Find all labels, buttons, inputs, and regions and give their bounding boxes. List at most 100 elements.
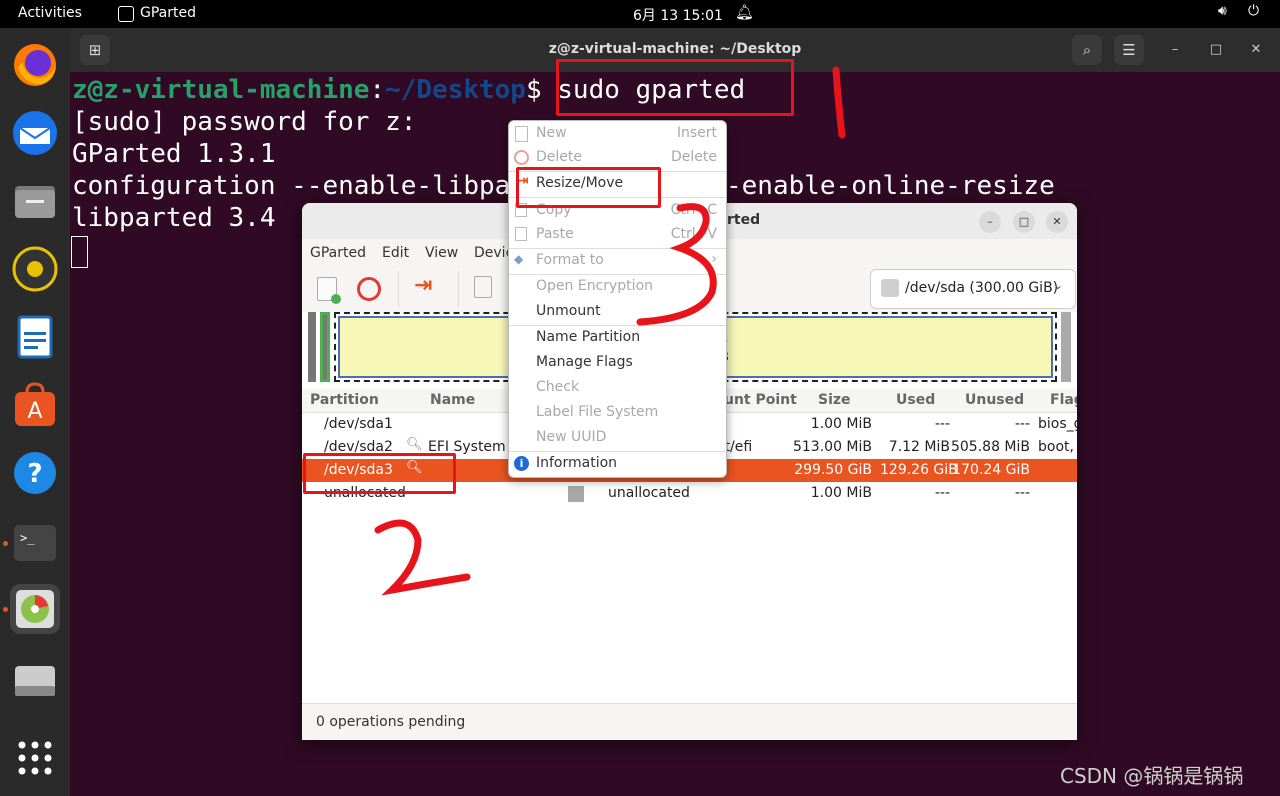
cell-size: 299.50 GiB — [794, 462, 872, 478]
chevron-right-icon: › — [711, 251, 717, 267]
menu-item-unmount[interactable]: Unmount — [509, 300, 726, 324]
menu-accel: Ctrl+C — [670, 202, 717, 218]
cell-unused: 170.24 GiB — [952, 462, 1030, 478]
terminal-icon[interactable]: >_ — [10, 518, 60, 568]
resize-move-icon[interactable]: ⇥ — [414, 273, 432, 298]
prompt-path: ~/Desktop — [385, 75, 526, 105]
new-partition-icon[interactable] — [317, 277, 341, 304]
app-menu[interactable]: GParted — [140, 5, 196, 21]
cell-used: 7.12 MiB — [888, 439, 950, 455]
menu-item-paste[interactable]: Paste Ctrl+V — [509, 223, 726, 247]
power-icon[interactable]: ⏻ — [1248, 3, 1259, 19]
maximize-icon[interactable]: □ — [1207, 41, 1225, 59]
volume-icon[interactable]: 🔊︎ — [1218, 3, 1227, 19]
status-bar: 0 operations pending — [302, 703, 1077, 740]
cell-partition: /dev/sda1 — [324, 416, 393, 432]
info-icon: i — [514, 456, 529, 471]
cell-unused: 505.88 MiB — [950, 439, 1030, 455]
show-apps-icon[interactable] — [10, 733, 60, 783]
hamburger-menu-icon[interactable]: ☰ — [1114, 35, 1144, 65]
menu-item-format-to[interactable]: ◆ Format to › — [509, 249, 726, 273]
menu-item-manage-flags[interactable]: Manage Flags — [509, 351, 726, 375]
col-name[interactable]: Name — [430, 392, 475, 408]
new-icon — [515, 126, 528, 142]
col-mount-point[interactable]: unt Point — [724, 392, 797, 408]
search-icon[interactable]: ⌕ — [1072, 35, 1102, 65]
menu-label: Delete — [536, 149, 582, 165]
col-used[interactable]: Used — [896, 392, 935, 408]
output-line: [sudo] password for z: — [72, 107, 417, 137]
map-sda1[interactable] — [308, 312, 316, 382]
prompt-colon: : — [369, 75, 386, 105]
menu-item-label-file-system[interactable]: Label File System — [509, 401, 726, 425]
menu-item-open-encryption[interactable]: Open Encryption — [509, 275, 726, 299]
menu-item-name-partition[interactable]: Name Partition — [509, 326, 726, 350]
col-size[interactable]: Size — [818, 392, 851, 408]
cell-flags: boot, e — [1038, 439, 1077, 455]
libreoffice-writer-icon[interactable] — [10, 312, 60, 362]
cell-mount: unallocated — [608, 485, 690, 501]
drive-icon[interactable] — [10, 656, 60, 706]
minimize-icon[interactable]: – — [1166, 41, 1184, 59]
cell-used: --- — [934, 485, 950, 501]
prompt-user: z@z-virtual-machine — [72, 75, 370, 105]
svg-text:?: ? — [27, 459, 42, 489]
menu-edit[interactable]: Edit — [382, 245, 409, 261]
menu-label: Information — [536, 455, 618, 471]
map-sda2[interactable] — [320, 312, 330, 382]
chevron-down-icon: ⌄ — [1053, 278, 1064, 292]
gparted-dock-icon[interactable] — [10, 584, 60, 634]
files-icon[interactable] — [10, 176, 60, 226]
toolbar-separator — [458, 271, 459, 307]
menu-label: Check — [536, 379, 580, 395]
svg-text:>_: >_ — [20, 531, 35, 545]
menu-gparted[interactable]: GParted — [310, 245, 366, 261]
format-icon: ◆ — [514, 252, 524, 266]
rhythmbox-icon[interactable] — [10, 244, 60, 294]
highlight-box-resize — [516, 167, 661, 208]
delete-partition-icon[interactable] — [357, 277, 381, 301]
menu-label: Format to — [536, 252, 604, 268]
menu-accel: Ctrl+V — [670, 226, 717, 242]
minimize-icon[interactable]: – — [979, 211, 1001, 233]
svg-text:A: A — [27, 399, 42, 424]
close-icon[interactable]: ✕ — [1247, 41, 1265, 59]
bell-icon: 🔔︎ — [735, 3, 755, 21]
help-icon[interactable]: ? — [10, 448, 60, 498]
close-icon[interactable]: ✕ — [1046, 211, 1068, 233]
menu-view[interactable]: View — [425, 245, 458, 261]
app-center-icon[interactable]: A — [10, 380, 60, 430]
menu-item-new[interactable]: New Insert — [509, 122, 726, 146]
device-selector[interactable]: /dev/sda (300.00 GiB) ⌄ — [870, 269, 1076, 309]
menu-label: New — [536, 125, 567, 141]
cell-size: 513.00 MiB — [792, 439, 872, 455]
running-indicator — [3, 607, 8, 612]
terminal-cursor — [71, 236, 88, 268]
cell-flags: bios_g — [1038, 416, 1077, 432]
copy-icon[interactable] — [474, 276, 492, 298]
maximize-icon[interactable]: □ — [1013, 211, 1035, 233]
col-unused[interactable]: Unused — [965, 392, 1024, 408]
output-line: configuration --enable-libpa — [72, 171, 511, 201]
firefox-icon[interactable] — [10, 40, 60, 90]
menu-item-information[interactable]: i Information — [509, 452, 726, 476]
cell-used: 129.26 GiB — [880, 462, 958, 478]
highlight-box-command — [556, 59, 794, 116]
activities-button[interactable]: Activities — [18, 5, 82, 21]
clock[interactable]: 6月 13 15:01 — [633, 5, 723, 25]
paste-icon — [515, 227, 527, 241]
menu-label: Paste — [536, 226, 574, 242]
col-flags[interactable]: Flag — [1050, 392, 1077, 408]
col-partition[interactable]: Partition — [310, 392, 379, 408]
dock: A ? >_ — [0, 28, 70, 796]
thunderbird-icon[interactable] — [10, 108, 60, 158]
cell-unused: --- — [1014, 416, 1030, 432]
highlight-box-sda3 — [303, 453, 456, 494]
unallocated-swatch — [568, 486, 584, 502]
menu-accel: Insert — [676, 125, 717, 141]
output-line: -enable-online-resize — [726, 171, 1055, 201]
menu-item-check[interactable]: Check — [509, 376, 726, 400]
map-unallocated[interactable] — [1061, 312, 1071, 382]
disk-icon — [881, 279, 899, 297]
menu-item-new-uuid[interactable]: New UUID — [509, 426, 726, 450]
